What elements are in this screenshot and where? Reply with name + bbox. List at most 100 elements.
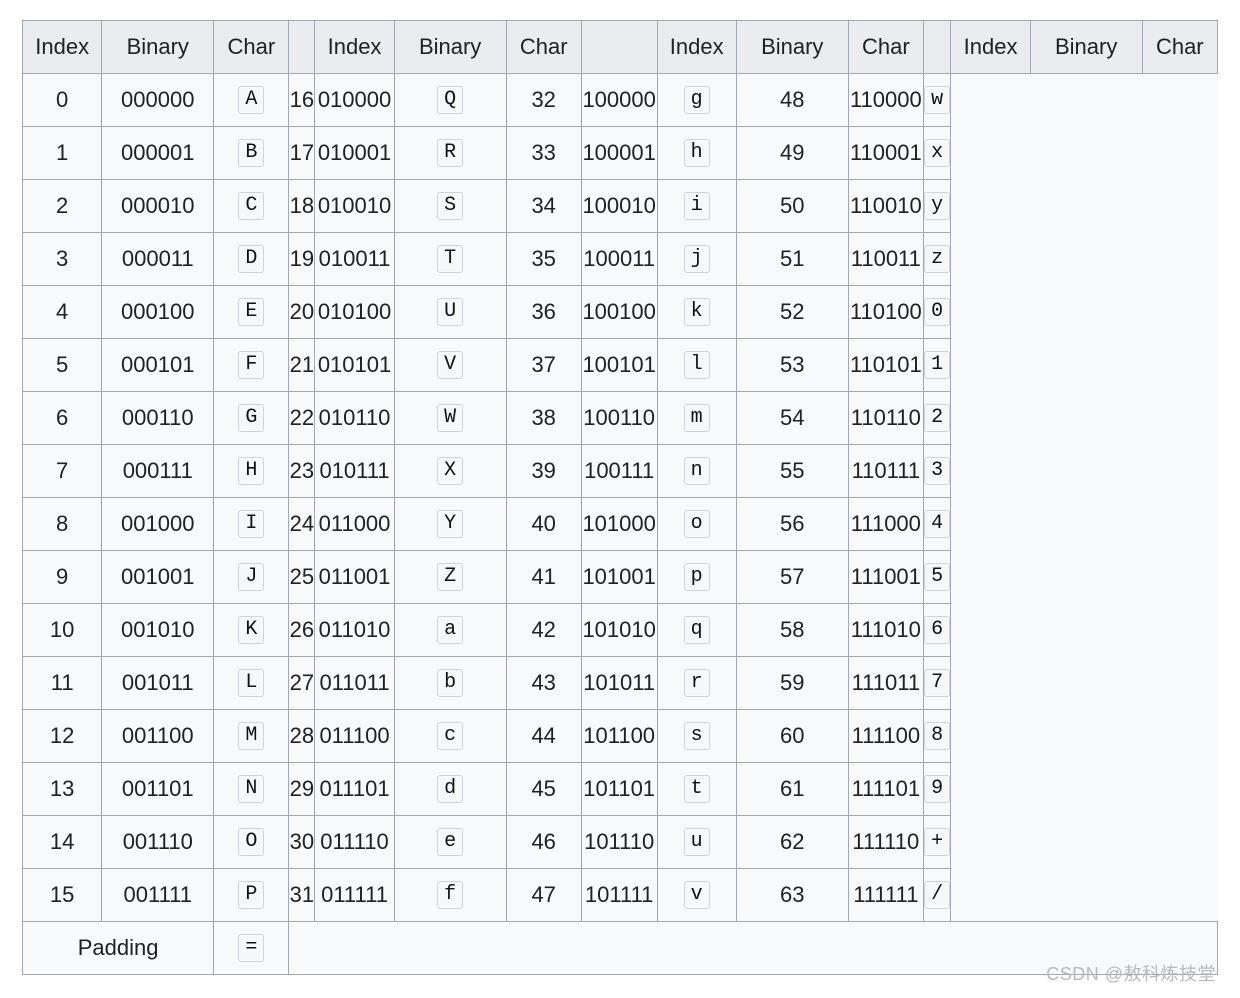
- char-cell: 6: [923, 604, 950, 657]
- binary-cell: 110111: [848, 445, 923, 498]
- table-row: 15001111P31011111f47101111v63111111/: [23, 869, 1218, 922]
- char-value: r: [684, 669, 710, 697]
- char-value: T: [437, 245, 463, 273]
- char-value: F: [238, 351, 264, 379]
- char-value: 9: [924, 775, 950, 803]
- binary-cell: 011100: [315, 710, 394, 763]
- char-cell: U: [394, 286, 506, 339]
- binary-cell: 111000: [848, 498, 923, 551]
- char-value: e: [437, 828, 463, 856]
- index-cell: 1: [23, 127, 102, 180]
- index-cell: 61: [736, 763, 848, 816]
- binary-cell: 110101: [848, 339, 923, 392]
- char-cell: C: [214, 180, 289, 233]
- char-cell: A: [214, 74, 289, 127]
- char-value: l: [684, 351, 710, 379]
- char-value: 2: [924, 404, 950, 432]
- index-cell: 50: [736, 180, 848, 233]
- table-row: 9001001J25011001Z41101001p571110015: [23, 551, 1218, 604]
- binary-cell: 110010: [848, 180, 923, 233]
- char-value: n: [684, 457, 710, 485]
- index-cell: 37: [506, 339, 581, 392]
- char-cell: g: [657, 74, 736, 127]
- binary-cell: 011001: [315, 551, 394, 604]
- char-value: f: [437, 881, 463, 909]
- char-value: Q: [437, 86, 463, 114]
- binary-cell: 101010: [581, 604, 657, 657]
- index-cell: 60: [736, 710, 848, 763]
- binary-cell: 111010: [848, 604, 923, 657]
- index-cell: 63: [736, 869, 848, 922]
- index-cell: 59: [736, 657, 848, 710]
- index-cell: 38: [506, 392, 581, 445]
- char-cell: /: [923, 869, 950, 922]
- char-cell: 9: [923, 763, 950, 816]
- index-cell: 12: [23, 710, 102, 763]
- binary-cell: 010001: [315, 127, 394, 180]
- header-index: Index: [23, 21, 102, 74]
- index-cell: 4: [23, 286, 102, 339]
- char-cell: B: [214, 127, 289, 180]
- char-cell: 8: [923, 710, 950, 763]
- index-cell: 40: [506, 498, 581, 551]
- binary-cell: 110001: [848, 127, 923, 180]
- char-value: t: [684, 775, 710, 803]
- table-body: 0000000A16010000Q32100000g48110000w10000…: [23, 74, 1218, 922]
- index-cell: 39: [506, 445, 581, 498]
- char-cell: c: [394, 710, 506, 763]
- char-cell: H: [214, 445, 289, 498]
- index-cell: 46: [506, 816, 581, 869]
- index-cell: 43: [506, 657, 581, 710]
- binary-cell: 010010: [315, 180, 394, 233]
- binary-cell: 010011: [315, 233, 394, 286]
- char-value: h: [684, 139, 710, 167]
- char-value: P: [238, 881, 264, 909]
- index-cell: 29: [289, 763, 315, 816]
- header-char: Char: [848, 21, 923, 74]
- binary-cell: 001011: [102, 657, 214, 710]
- char-cell: I: [214, 498, 289, 551]
- index-cell: 53: [736, 339, 848, 392]
- binary-cell: 100111: [581, 445, 657, 498]
- char-value: L: [238, 669, 264, 697]
- binary-cell: 011000: [315, 498, 394, 551]
- binary-cell: 000000: [102, 74, 214, 127]
- binary-cell: 011011: [315, 657, 394, 710]
- index-cell: 15: [23, 869, 102, 922]
- char-cell: Y: [394, 498, 506, 551]
- index-cell: 57: [736, 551, 848, 604]
- index-cell: 58: [736, 604, 848, 657]
- binary-cell: 100101: [581, 339, 657, 392]
- binary-cell: 010101: [315, 339, 394, 392]
- char-value: N: [238, 775, 264, 803]
- char-value: E: [238, 298, 264, 326]
- index-cell: 5: [23, 339, 102, 392]
- char-value: 4: [924, 510, 950, 538]
- binary-cell: 000001: [102, 127, 214, 180]
- char-value: K: [238, 616, 264, 644]
- char-value: R: [437, 139, 463, 167]
- char-cell: 7: [923, 657, 950, 710]
- binary-cell: 011111: [315, 869, 394, 922]
- char-value: u: [684, 828, 710, 856]
- char-cell: E: [214, 286, 289, 339]
- binary-cell: 110110: [848, 392, 923, 445]
- char-cell: R: [394, 127, 506, 180]
- index-cell: 24: [289, 498, 315, 551]
- header-binary: Binary: [736, 21, 848, 74]
- padding-row: Padding =: [23, 922, 1218, 975]
- header-char: Char: [214, 21, 289, 74]
- char-value: o: [684, 510, 710, 538]
- binary-cell: 001001: [102, 551, 214, 604]
- char-value: Y: [437, 510, 463, 538]
- char-value: j: [684, 245, 710, 273]
- char-cell: l: [657, 339, 736, 392]
- char-cell: D: [214, 233, 289, 286]
- index-cell: 54: [736, 392, 848, 445]
- header-char: Char: [1142, 21, 1217, 74]
- char-value: I: [238, 510, 264, 538]
- binary-cell: 111100: [848, 710, 923, 763]
- binary-cell: 100001: [581, 127, 657, 180]
- char-value: 0: [924, 298, 950, 326]
- char-value: w: [924, 86, 950, 114]
